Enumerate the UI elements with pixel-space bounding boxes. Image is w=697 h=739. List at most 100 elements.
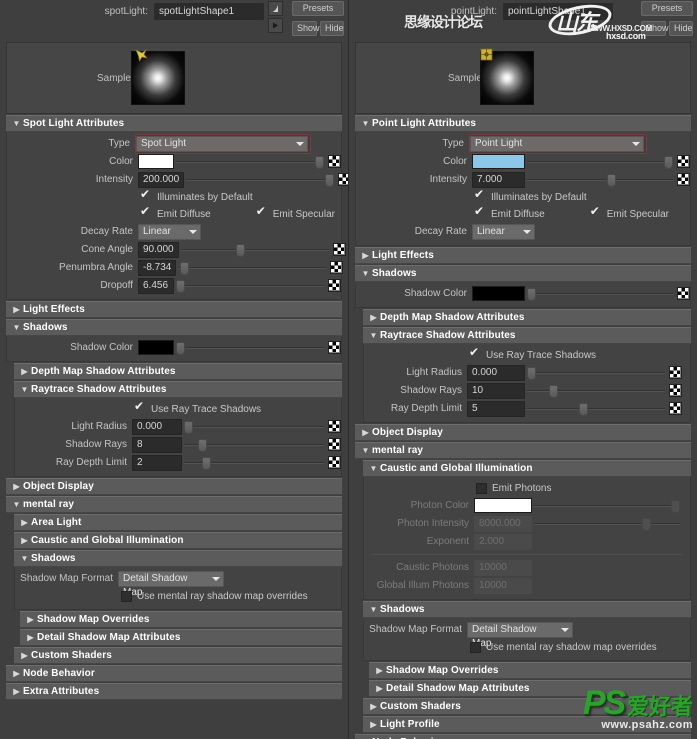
- shadow-rays-slider[interactable]: [184, 438, 324, 452]
- dropoff-field[interactable]: 6.456: [138, 277, 174, 294]
- color-swatch[interactable]: [472, 154, 525, 169]
- intensity-slider[interactable]: [186, 173, 335, 187]
- ray-depth-limit-slider[interactable]: [527, 402, 665, 416]
- section-shadow-map-overrides[interactable]: Shadow Map Overrides: [20, 611, 342, 628]
- intensity-map-button[interactable]: [338, 173, 348, 186]
- section-spot-light-attributes[interactable]: Spot Light Attributes: [6, 115, 342, 132]
- global-illum-photons-field[interactable]: 10000: [474, 577, 532, 594]
- type-dropdown[interactable]: Spot Light: [136, 135, 308, 152]
- shadow-color-slider[interactable]: [527, 287, 673, 301]
- shadow-color-swatch[interactable]: [138, 340, 174, 355]
- show-button[interactable]: Show: [641, 21, 669, 36]
- cone-angle-field[interactable]: 90.000: [138, 241, 179, 258]
- emit-specular-checkbox[interactable]: [590, 205, 602, 220]
- illuminates-checkbox[interactable]: [474, 188, 486, 203]
- shadow-map-format-dropdown[interactable]: Detail Shadow Map: [467, 621, 573, 649]
- right-node-name-field[interactable]: pointLightShape1: [503, 2, 613, 20]
- cone-angle-slider[interactable]: [180, 243, 329, 257]
- intensity-field[interactable]: 200.000: [138, 171, 185, 188]
- section-node-behavior[interactable]: Node Behavior: [6, 665, 342, 682]
- photon-intensity-field[interactable]: 8000.000: [474, 515, 532, 532]
- section-depth-map-shadow-attributes[interactable]: Depth Map Shadow Attributes: [14, 363, 342, 380]
- section-custom-shaders[interactable]: Custom Shaders: [363, 698, 691, 715]
- ray-depth-limit-map-button[interactable]: [669, 402, 682, 415]
- illuminates-checkbox[interactable]: [140, 188, 152, 203]
- light-radius-map-button[interactable]: [669, 366, 682, 379]
- section-depth-map-shadow-attributes[interactable]: Depth Map Shadow Attributes: [363, 309, 691, 326]
- section-caustic-global-illumination[interactable]: Caustic and Global Illumination: [14, 532, 342, 549]
- use-mr-shadow-overrides-checkbox[interactable]: [121, 590, 132, 602]
- left-node-name-field[interactable]: spotLightShape1: [154, 2, 264, 20]
- exponent-field[interactable]: 2.000: [474, 533, 532, 550]
- decay-rate-dropdown[interactable]: Linear: [138, 223, 201, 240]
- shadow-color-swatch[interactable]: [472, 286, 525, 301]
- next-tab-icon[interactable]: [268, 18, 283, 33]
- photon-intensity-slider[interactable]: [534, 517, 680, 531]
- photon-color-swatch[interactable]: [474, 498, 532, 513]
- section-light-effects[interactable]: Light Effects: [355, 247, 691, 264]
- shadow-color-map-button[interactable]: [328, 341, 341, 354]
- cone-angle-map-button[interactable]: [332, 243, 346, 256]
- light-radius-field[interactable]: 0.000: [467, 364, 525, 381]
- previous-tab-icon[interactable]: [268, 1, 283, 16]
- light-radius-slider[interactable]: [527, 366, 665, 380]
- ray-depth-limit-field[interactable]: 5: [467, 400, 525, 417]
- intensity-slider[interactable]: [527, 173, 673, 187]
- shadow-rays-map-button[interactable]: [669, 384, 682, 397]
- hide-button[interactable]: Hide: [669, 21, 693, 36]
- section-mental-ray[interactable]: mental ray: [355, 442, 691, 459]
- intensity-map-button[interactable]: [677, 173, 690, 186]
- light-radius-slider[interactable]: [184, 420, 324, 434]
- emit-diffuse-checkbox[interactable]: [474, 205, 486, 220]
- shadow-rays-map-button[interactable]: [328, 438, 341, 451]
- shadow-map-format-dropdown[interactable]: Detail Shadow Map: [118, 570, 224, 598]
- section-raytrace-shadow-attributes[interactable]: Raytrace Shadow Attributes: [14, 381, 342, 398]
- ray-depth-limit-map-button[interactable]: [328, 456, 341, 469]
- type-dropdown[interactable]: Point Light: [470, 135, 644, 152]
- light-radius-field[interactable]: 0.000: [132, 418, 182, 435]
- use-raytrace-shadows-checkbox[interactable]: [469, 346, 481, 361]
- section-shadow-map-overrides[interactable]: Shadow Map Overrides: [369, 662, 691, 679]
- section-mental-ray[interactable]: mental ray: [6, 496, 342, 513]
- color-slider[interactable]: [527, 155, 673, 169]
- light-radius-map-button[interactable]: [328, 420, 341, 433]
- emit-diffuse-checkbox[interactable]: [140, 205, 152, 220]
- shadow-rays-slider[interactable]: [527, 384, 665, 398]
- section-object-display[interactable]: Object Display: [6, 478, 342, 495]
- section-object-display[interactable]: Object Display: [355, 424, 691, 441]
- ray-depth-limit-field[interactable]: 2: [132, 454, 182, 471]
- color-slider[interactable]: [176, 155, 324, 169]
- shadow-color-map-button[interactable]: [677, 287, 690, 300]
- shadow-rays-field[interactable]: 8: [132, 436, 182, 453]
- section-point-light-attributes[interactable]: Point Light Attributes: [355, 115, 691, 132]
- shadow-rays-field[interactable]: 10: [467, 382, 525, 399]
- section-shadows[interactable]: Shadows: [355, 265, 691, 282]
- color-map-button[interactable]: [328, 155, 341, 168]
- emit-photons-checkbox[interactable]: [476, 482, 487, 494]
- section-detail-shadow-map-attributes[interactable]: Detail Shadow Map Attributes: [20, 629, 342, 646]
- caustic-photons-field[interactable]: 10000: [474, 559, 532, 576]
- use-mr-shadow-overrides-checkbox[interactable]: [470, 641, 481, 653]
- presets-button[interactable]: Presets: [641, 1, 693, 16]
- penumbra-angle-map-button[interactable]: [330, 261, 344, 274]
- section-mr-shadows[interactable]: Shadows: [14, 550, 342, 567]
- section-light-effects[interactable]: Light Effects: [6, 301, 342, 318]
- section-area-light[interactable]: Area Light: [14, 514, 342, 531]
- dropoff-map-button[interactable]: [328, 279, 341, 292]
- ray-depth-limit-slider[interactable]: [184, 456, 324, 470]
- section-mr-shadows[interactable]: Shadows: [363, 601, 691, 618]
- intensity-field[interactable]: 7.000: [472, 171, 525, 188]
- section-light-profile[interactable]: Light Profile: [363, 716, 691, 733]
- section-custom-shaders[interactable]: Custom Shaders: [14, 647, 342, 664]
- dropoff-slider[interactable]: [176, 279, 324, 293]
- section-extra-attributes[interactable]: Extra Attributes: [6, 683, 342, 700]
- penumbra-angle-field[interactable]: -8.734: [138, 259, 177, 276]
- use-raytrace-shadows-checkbox[interactable]: [134, 400, 146, 415]
- hide-button[interactable]: Hide: [320, 21, 344, 36]
- emit-specular-checkbox[interactable]: [256, 205, 268, 220]
- section-node-behavior[interactable]: Node Behavior: [355, 734, 691, 739]
- color-map-button[interactable]: [677, 155, 690, 168]
- section-caustic-global-illumination[interactable]: Caustic and Global Illumination: [363, 460, 691, 477]
- presets-button[interactable]: Presets: [292, 1, 344, 16]
- penumbra-angle-slider[interactable]: [178, 261, 327, 275]
